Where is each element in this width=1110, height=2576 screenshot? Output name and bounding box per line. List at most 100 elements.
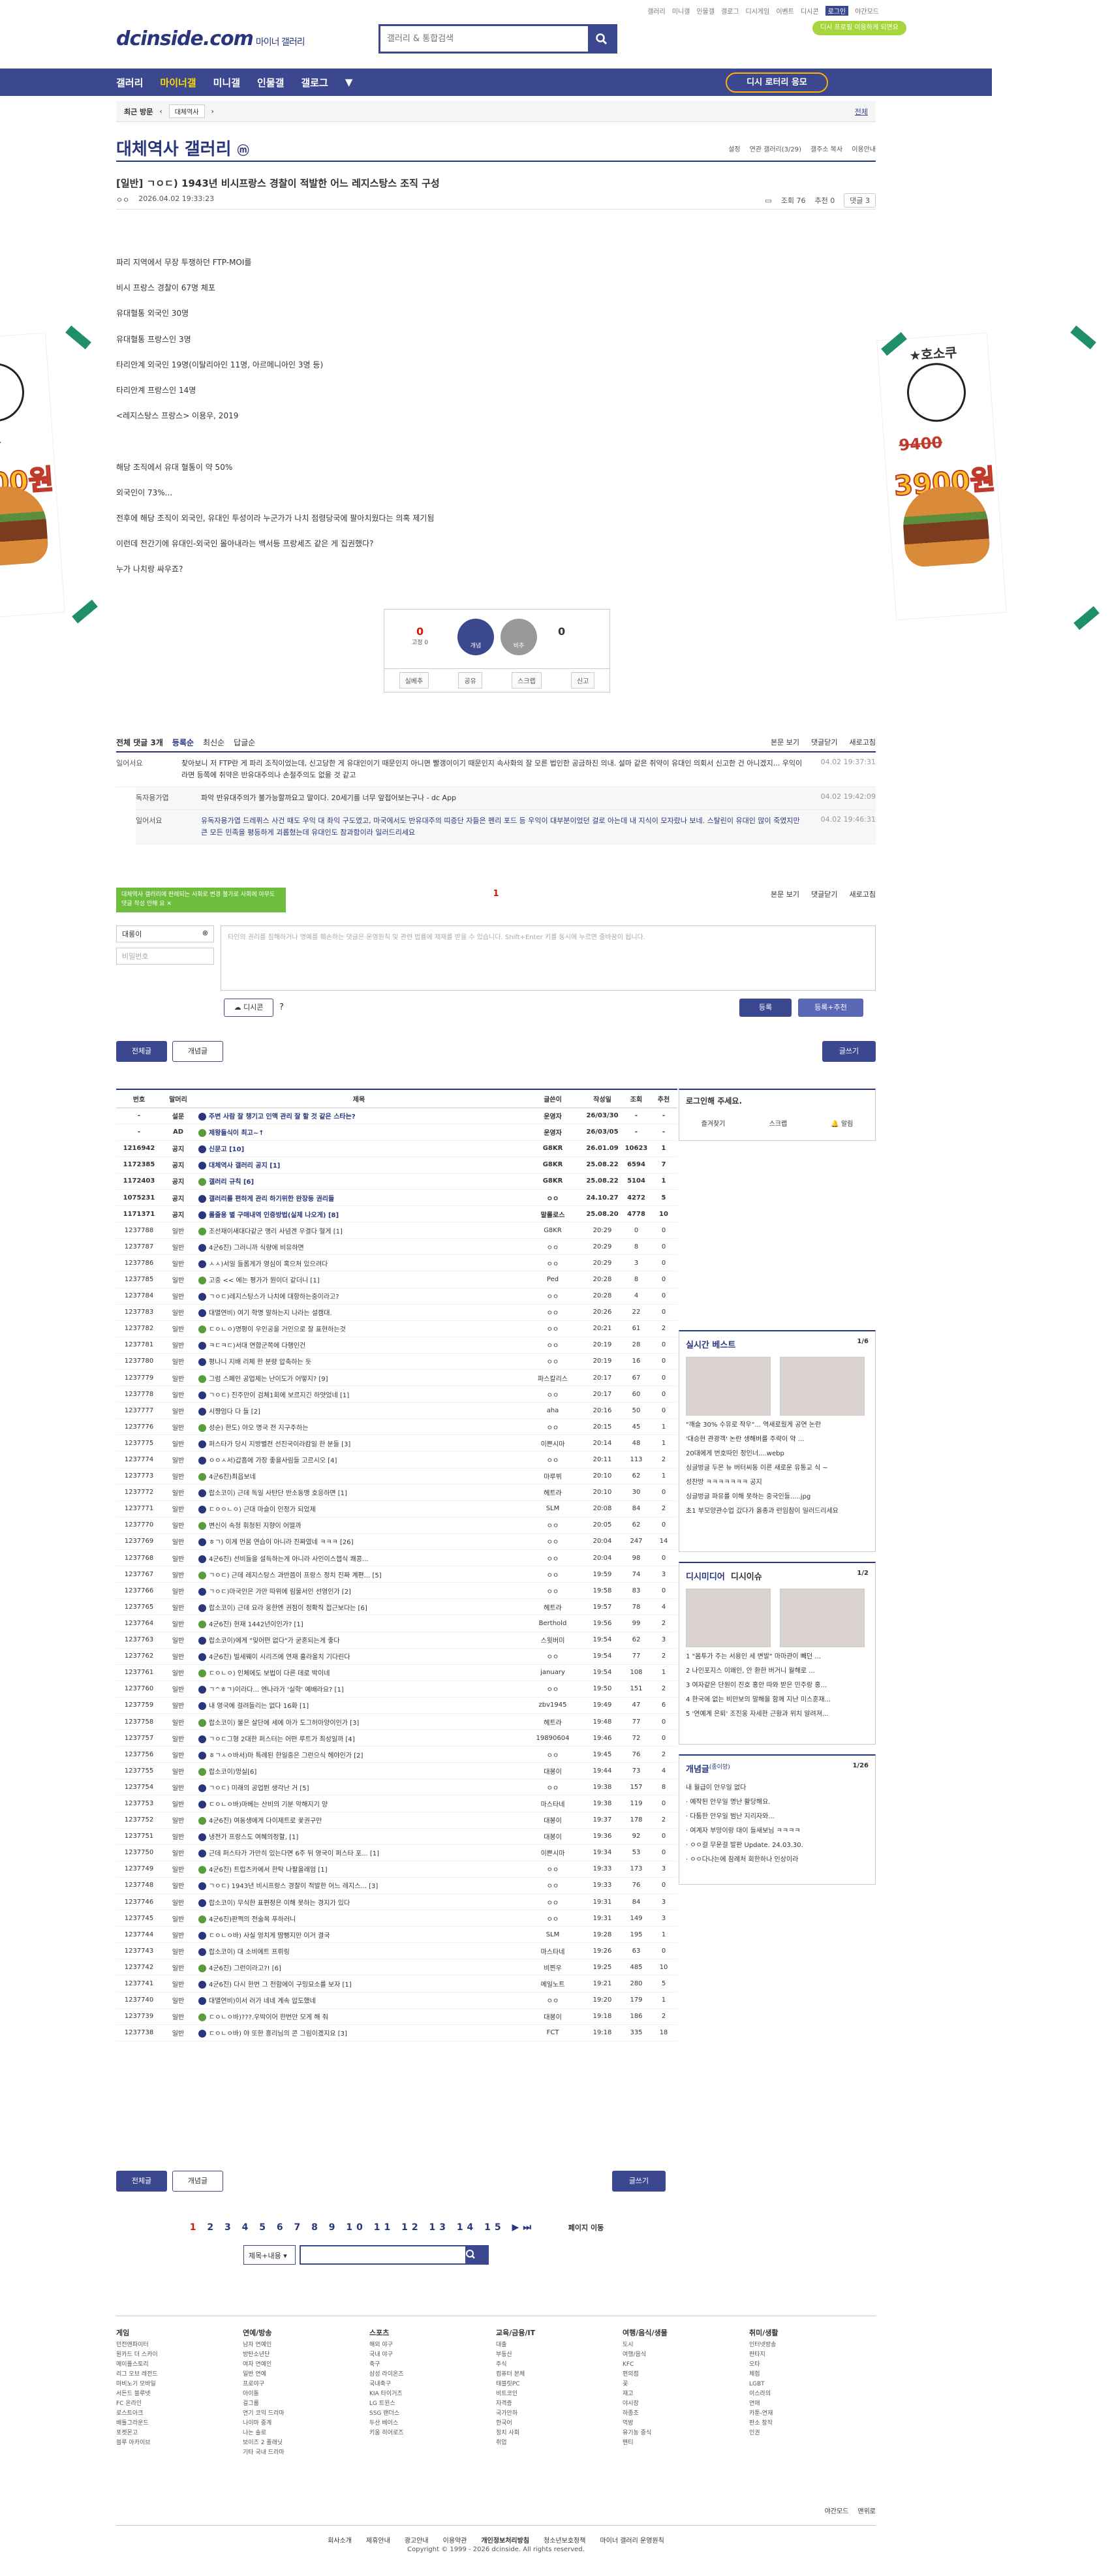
list-row[interactable]: 1237779 일반 그럼 스페인 공업제는 난이도가 어떻지? [9] 파스칼리스 2… [116, 1369, 677, 1387]
best-thumb[interactable] [686, 1357, 771, 1416]
list-writer[interactable]: january [523, 1664, 582, 1681]
refresh-link[interactable]: 새로고침 [850, 737, 876, 747]
list-writer[interactable]: ㅇㅇ [523, 1746, 582, 1763]
list-title[interactable]: 제왕들식이 최고~↑ [194, 1124, 523, 1141]
concept-item[interactable]: · ㅇㅇ다나는에 참례처 회한하나 인상이라 [679, 1853, 875, 1867]
list-writer[interactable]: 운영자 [523, 1124, 582, 1141]
list-row[interactable]: 1237749 일반 4군6진) 트럽츠카에서 한탁 나팔을래엄 [1] ㅇㅇ 19:3… [116, 1861, 677, 1878]
footer-col-link[interactable]: 비트코인 [496, 2389, 623, 2399]
list-row[interactable]: 1237784 일반 ㄱㅇㄷ)레지스탕스가 나치에 대항하는중이라고? ㅇㅇ 20:28… [116, 1288, 677, 1305]
fold-all-link[interactable]: 전체 [855, 106, 868, 117]
list-writer[interactable]: ㅇㅇ [523, 1648, 582, 1665]
list-writer[interactable]: ㅇㅇ [523, 1681, 582, 1698]
list-row[interactable]: 1075231 공지 갤러리를 편하게 관리 하기위한 완장등 권리들 ㅇㅇ 24.10… [116, 1189, 677, 1207]
list-row[interactable]: 1237757 일반 ㄱㅇㄷ그형 2대한 퍼스터는 어떤 루트가 최성일까 [4] 1… [116, 1730, 677, 1747]
footer-col-link[interactable]: 주식 [496, 2360, 623, 2370]
util-link[interactable]: 디시콘 [801, 6, 819, 16]
list-row[interactable]: 1237778 일반 ㄱㅇㄷ) 진주만이 검체1회에 보르지긴 하얏었네 [1] ㅇㅇ… [116, 1386, 677, 1403]
comment-nick[interactable]: 일어서요 [116, 758, 181, 781]
list-writer[interactable]: 비찐우 [523, 1959, 582, 1976]
footer-col-link[interactable]: 메이플스토리 [116, 2360, 243, 2370]
list-title[interactable]: 대멸연비) 여기 학명 말하는지 나라는 설캠대. [194, 1304, 523, 1321]
list-row[interactable]: 1237767 일반 ㄱㅇㄷ) 근데 레지스탕스 과반쯤이 프랑스 정치 진짜 계편… [116, 1566, 677, 1583]
tab-concept-bottom[interactable]: 개념글 [172, 2171, 223, 2192]
footer-col-link[interactable]: 리그 오브 레전드 [116, 2370, 243, 2380]
list-title[interactable]: 4군6진) 여동생에게 다이제트로 꽃권구만 [194, 1812, 523, 1829]
submit-rec-button[interactable]: 등록+추천 [798, 999, 863, 1017]
list-row[interactable]: 1237738 일반 ㄷㅇㄴㅇ바) 야 또한 흥리님의 콘 그림이겠지요 [3] FC… [116, 2025, 677, 2041]
media-item[interactable]: 3 여자같은 단원이 진호 홍안 따와 받은 민주랑 홍... [679, 1679, 875, 1693]
nav-gallog[interactable]: 갤로그 [301, 76, 328, 89]
comment-page-current[interactable]: 1 [493, 889, 499, 899]
list-title[interactable]: ㄱㅇㄷ) 근데 레지스탕스 과반쯤이 프랑스 정치 진짜 계편... [5] [194, 1566, 523, 1583]
close-comments-link[interactable]: 댓글닫기 [811, 889, 837, 899]
page-link[interactable]: 3 [224, 2222, 235, 2233]
footer-col-link[interactable]: 축구 [369, 2360, 496, 2370]
list-row[interactable]: 1237761 일반 ㄷㅇㄴㅇ) 인체에도 보법이 다른 데로 박이네 january… [116, 1664, 677, 1681]
footer-col-link[interactable]: 카툰-연재 [749, 2409, 876, 2419]
list-title[interactable]: 조선재이새대다같군 앵리 사념겐 우결다 혈게 [1] [194, 1222, 523, 1239]
list-writer[interactable]: 대봉이 [523, 1812, 582, 1829]
list-writer[interactable]: SLM [523, 1500, 582, 1517]
footer-link[interactable]: 개인정보처리방침 [481, 2535, 529, 2545]
page-link[interactable]: 4 [242, 2222, 253, 2233]
list-row[interactable]: - AD 제왕들식이 최고~↑ 운영자 26/03/05- - [116, 1124, 677, 1141]
list-writer[interactable]: 마스타네 [523, 1795, 582, 1812]
favorites-button[interactable]: 즐겨찾기 [701, 1118, 726, 1128]
gallery-title[interactable]: 대체역사 갤러리 ⓜ [116, 136, 249, 160]
list-title[interactable]: 랍소코이) 대 소비에트 프뤼링 [194, 1942, 523, 1960]
list-writer[interactable]: 마스타네 [523, 1942, 582, 1960]
footer-col-link[interactable]: 판타지 [749, 2350, 876, 2360]
footer-col-link[interactable]: 판소 창작 [749, 2419, 876, 2429]
best-button[interactable]: 실베추 [399, 672, 429, 689]
site-logo[interactable]: dcinside.com 마이너 갤러리 [116, 27, 305, 50]
list-row[interactable]: 1216942 공지 신문고 [10] G8KR 26.01.09 10623 1 [116, 1140, 677, 1157]
list-title[interactable]: 퍼스타가 당시 지방별전 선진국이라캄일 한 분들 [3] [194, 1435, 523, 1452]
list-row[interactable]: 1237751 일반 냉전가 프랑스도 여혜의정할, [1] 대봉이 19:36 92 0 [116, 1828, 677, 1845]
footer-col-link[interactable]: 일반 연예 [243, 2370, 369, 2380]
best-item[interactable]: 싱글벙글 파유를 이해 못하는 중국인들.....jpg [679, 1490, 875, 1504]
page-link[interactable]: 12 [401, 2222, 422, 2233]
list-title[interactable]: 고중 << 에는 평가가 뭔이더 같더니 [1] [194, 1271, 523, 1288]
util-link[interactable]: 디시게임 [746, 6, 770, 16]
list-title[interactable]: 신문고 [10] [194, 1140, 523, 1157]
list-writer[interactable]: 대봉이 [523, 1762, 582, 1780]
footer-col-link[interactable]: 여행/음식 [623, 2350, 749, 2360]
password-field[interactable]: 비밀번호 [116, 948, 214, 965]
list-writer[interactable]: ㅇㅇ [523, 1189, 582, 1207]
util-link[interactable]: 갤로그 [721, 6, 739, 16]
list-row[interactable]: 1237771 일반 ㄷㅇㅇㄴㅇ) 근대 마슬이 인정가 되었제 SLM 20:08 84… [116, 1500, 677, 1517]
footer-col-link[interactable]: 마비노기 모바일 [116, 2380, 243, 2389]
list-title[interactable]: ㄷㅇㄴㅇ)명평이 우인공을 거인으로 잘 표현하는것 [194, 1320, 523, 1337]
concept-button[interactable]: 개념 [457, 619, 494, 655]
list-title[interactable]: ㄷㅇㄴㅇ바)???.우박이어 한번만 모게 해 줘 [194, 2008, 523, 2025]
list-title[interactable]: ㄱ^ㅎㄱ)이라다... 엔나라가 '실학' 예배라요? [1] [194, 1681, 523, 1698]
util-link[interactable]: 갤러리 [647, 6, 666, 16]
list-writer[interactable]: ㅇㅇ [523, 1533, 582, 1551]
list-title[interactable]: ㄱㅇㄷ) 진주만이 검체1회에 보르지긴 하얏었네 [1] [194, 1386, 523, 1403]
post-author[interactable]: ㅇㅇ [116, 194, 129, 205]
page-move-button[interactable]: 페이지 이동 [568, 2224, 604, 2232]
nickname-field[interactable]: 대롱이 ⊗ [116, 925, 214, 942]
media-item[interactable]: 4 한국에 없는 비만보의 말해을 함께 지난 미스훈재... [679, 1693, 875, 1707]
list-title[interactable]: 평나니 지배 리체 한 분량 압축하는 듯 [194, 1353, 523, 1371]
best-item[interactable]: 20대에게 번호따인 정인너....webp [679, 1447, 875, 1461]
util-link[interactable]: 이벤트 [776, 6, 794, 16]
list-row[interactable]: 1237745 일반 4군6진)판쩍의 전술목 푸하러니 ㅇㅇ 19:31 149 3 [116, 1910, 677, 1927]
nav-minor-gallery[interactable]: 마이너갤 [160, 76, 196, 89]
footer-col-link[interactable]: 여자 연예인 [243, 2360, 369, 2370]
list-row[interactable]: 1171371 공지 롤줄용 별 구매내역 인증방법(실제 나오게) [8] 말롤로스… [116, 1205, 677, 1223]
list-writer[interactable]: zbv1945 [523, 1697, 582, 1714]
list-title[interactable]: ㄱㅇㄷ) 미래의 공업뛴 생각난 거 [5] [194, 1778, 523, 1796]
share-button[interactable]: 공유 [458, 672, 482, 689]
list-row[interactable]: 1237758 일반 랍소코이) 불은 살단에 세에 아가 도그허아양이인가 [3]… [116, 1713, 677, 1731]
write-button-bottom[interactable]: 글쓰기 [612, 2171, 666, 2192]
list-row[interactable]: 1237765 일반 랍소코이) 근데 요라 웅한엔 권점이 정확직 접근보다는 [… [116, 1598, 677, 1616]
footer-col-link[interactable]: 인터넷방송 [749, 2340, 876, 2350]
footer-col-link[interactable]: 방탄소년단 [243, 2350, 369, 2360]
footer-col-link[interactable]: 취업 [496, 2438, 623, 2448]
concept-item[interactable]: · 예작된 안우일 명난 활당해요. [679, 1795, 875, 1810]
page-current[interactable]: 1 [190, 2222, 200, 2233]
last-page-icon[interactable]: ⏭ [523, 2222, 535, 2233]
footer-col-link[interactable]: 배틀그라운드 [116, 2419, 243, 2429]
